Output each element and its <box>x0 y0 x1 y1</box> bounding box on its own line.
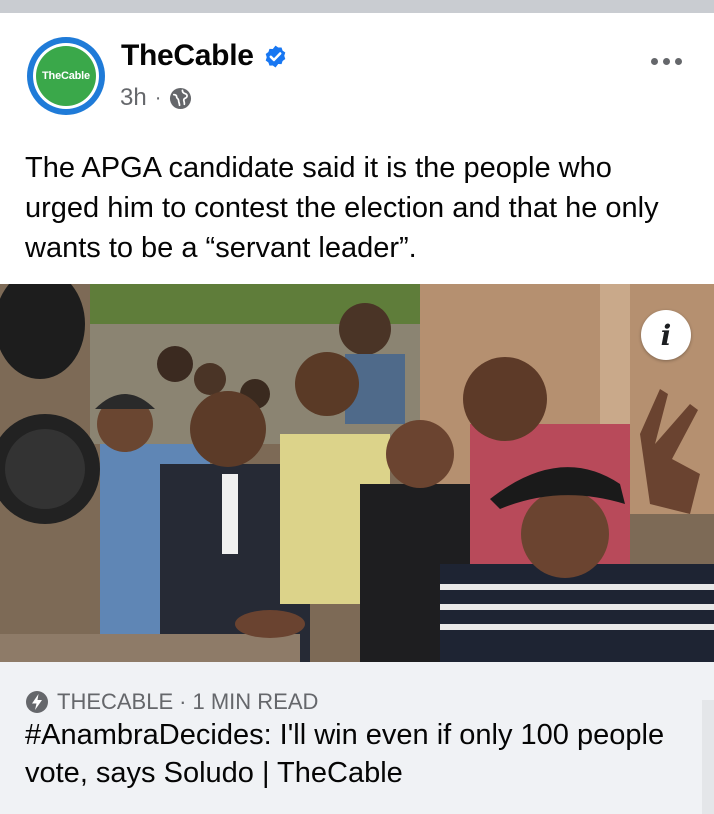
top-divider <box>0 0 714 13</box>
avatar-logo: TheCable <box>36 46 96 106</box>
photo-illustration <box>0 284 714 662</box>
globe-icon[interactable] <box>169 87 192 110</box>
post-photo[interactable] <box>0 284 714 662</box>
avatar[interactable]: TheCable <box>27 37 105 115</box>
post-meta: 3h · <box>120 84 192 112</box>
timestamp-link[interactable]: 3h <box>120 84 147 112</box>
link-read-time: 1 MIN READ <box>192 689 319 714</box>
bolt-icon <box>26 691 48 713</box>
avatar-logo-text: TheCable <box>42 70 90 82</box>
link-source: THECABLE <box>57 689 174 714</box>
more-options-icon[interactable] <box>646 51 686 71</box>
page-name-link[interactable]: TheCable <box>121 39 254 73</box>
link-title[interactable]: #AnambraDecides: I'll win even if only 1… <box>25 716 665 792</box>
verified-badge-icon <box>265 45 286 68</box>
edge-shadow <box>702 700 714 814</box>
link-source-separator: · <box>179 689 187 714</box>
meta-separator: · <box>154 86 162 109</box>
photo-info-button[interactable]: i <box>641 310 691 360</box>
post-header: TheCable TheCable 3h · <box>0 13 714 133</box>
link-preview[interactable]: THECABLE · 1 MIN READ #AnambraDecides: I… <box>0 662 714 814</box>
post-caption: The APGA candidate said it is the people… <box>25 152 659 264</box>
link-source-row: THECABLE · 1 MIN READ <box>25 689 318 715</box>
